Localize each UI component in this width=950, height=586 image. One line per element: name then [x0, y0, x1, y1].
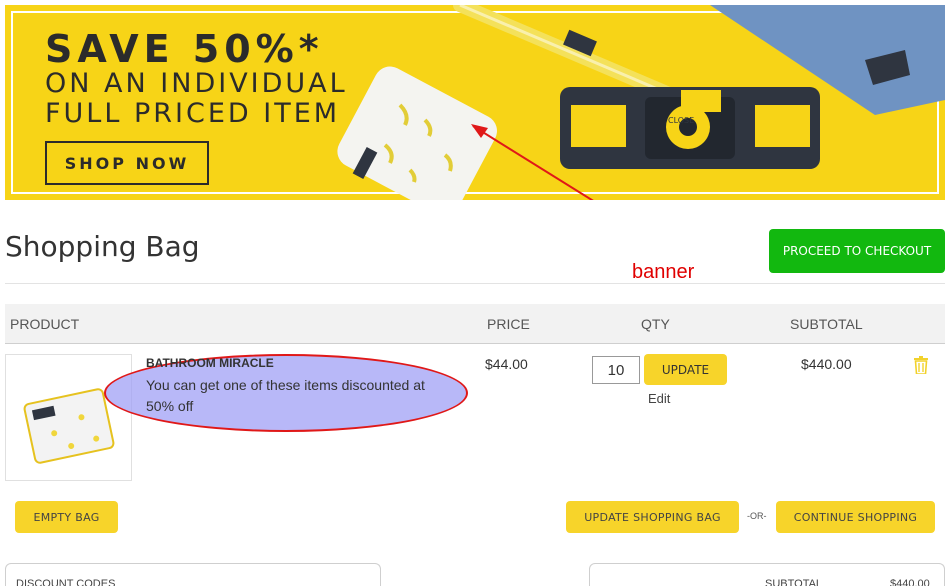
header-product: PRODUCT	[10, 316, 80, 332]
discount-codes-label: DISCOUNT CODES	[16, 578, 116, 586]
totals-subtotal-value: $440.00	[890, 578, 930, 586]
product-name-link[interactable]: BATHROOM MIRACLE	[146, 356, 274, 370]
product-price: $44.00	[485, 356, 528, 372]
promo-banner[interactable]: SAVE 50%* ON AN INDIVIDUAL FULL PRICED I…	[5, 5, 945, 200]
mop-head-illustration: CLOSE	[560, 87, 820, 169]
update-shopping-bag-button[interactable]: UPDATE SHOPPING BAG	[566, 501, 739, 533]
cloth-image	[22, 387, 116, 465]
header-price: PRICE	[487, 316, 530, 332]
trash-icon[interactable]	[913, 356, 929, 374]
svg-text:CLOSE: CLOSE	[668, 116, 694, 125]
totals-subtotal-label: SUBTOTAL	[765, 578, 823, 586]
banner-product-illustration: CLOSE	[337, 5, 945, 200]
or-separator: -OR-	[747, 511, 767, 521]
continue-shopping-button[interactable]: CONTINUE SHOPPING	[776, 501, 935, 533]
cart-table-header: PRODUCT PRICE QTY SUBTOTAL	[5, 304, 945, 344]
row-subtotal: $440.00	[801, 356, 852, 372]
proceed-to-checkout-button[interactable]: PROCEED TO CHECKOUT	[769, 229, 945, 273]
banner-annotation-label: banner	[632, 261, 695, 283]
update-qty-button[interactable]: UPDATE	[644, 354, 727, 385]
product-thumbnail[interactable]	[5, 354, 132, 481]
totals-panel: SUBTOTAL $440.00	[589, 563, 945, 586]
header-subtotal: SUBTOTAL	[790, 316, 863, 332]
divider	[5, 283, 945, 284]
edit-item-link[interactable]: Edit	[648, 391, 670, 406]
page-title: Shopping Bag	[5, 230, 200, 263]
quantity-input[interactable]	[592, 356, 640, 384]
product-discount-note: You can get one of these items discounte…	[146, 377, 425, 414]
header-qty: QTY	[641, 316, 670, 332]
discount-codes-panel: DISCOUNT CODES	[5, 563, 381, 586]
empty-bag-button[interactable]: EMPTY BAG	[15, 501, 118, 533]
